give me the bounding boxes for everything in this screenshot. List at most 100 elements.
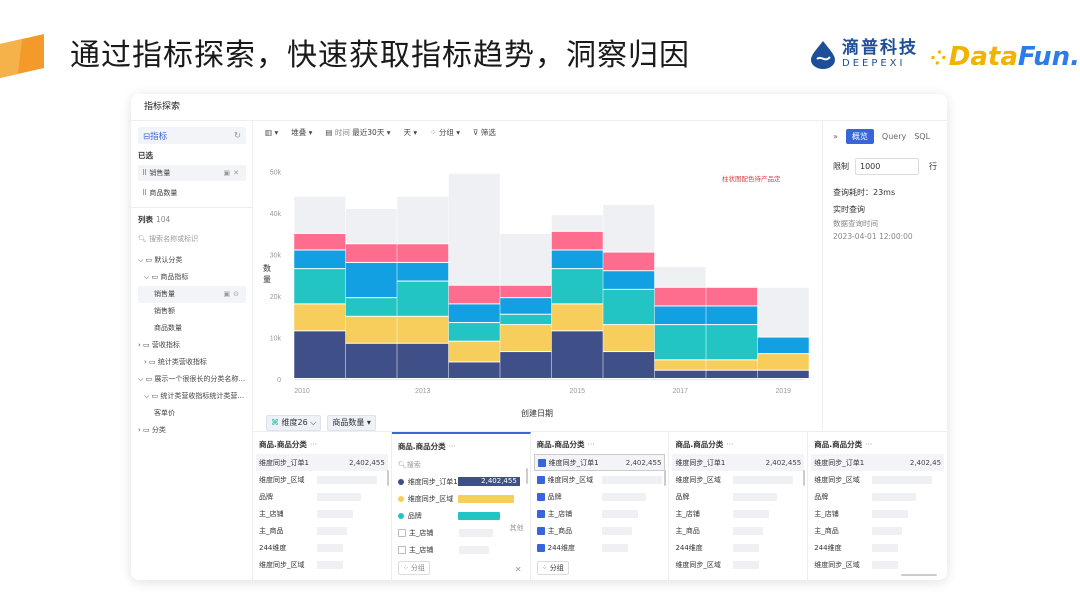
dimension-card[interactable]: 商品.商品分类 ··· 维度同步_订单1 2,402,455 维度同步_区域 品牌 … (669, 432, 809, 580)
scrollbar[interactable] (901, 574, 938, 576)
list-item[interactable]: 244维度 (814, 539, 941, 556)
bar-segment (294, 196, 346, 233)
scrollbar[interactable] (386, 470, 389, 486)
edit-icon[interactable]: ▣ (224, 169, 234, 177)
list-item[interactable]: 主_商品 (814, 522, 941, 539)
list-item[interactable]: 品牌 (536, 488, 663, 505)
checkbox[interactable] (536, 543, 545, 552)
metric-search-input[interactable]: 🔍︎ 搜索名称或标识 (138, 234, 246, 244)
collapse-icon[interactable]: » (833, 132, 838, 141)
tree-folder[interactable]: ⌵ ▭ 统计类营收指标统计类营... (138, 388, 246, 405)
checkbox[interactable] (536, 492, 545, 501)
list-item[interactable]: 244维度 (536, 539, 663, 556)
list-item[interactable]: 主_商品 (259, 522, 385, 539)
bar-segment (294, 304, 346, 331)
tree-folder[interactable]: ⌵ ▭ 展示一个很很长的分类名称... (138, 371, 246, 388)
list-item[interactable]: 维度同步_区域 (259, 556, 385, 573)
group-icon: ⁘ (402, 564, 409, 572)
selected-metric-item[interactable]: ⠿ 商品数量 (138, 185, 246, 201)
scrollbar[interactable] (803, 470, 806, 486)
tree-item[interactable]: 销售量 ▣⊙ (138, 286, 246, 303)
check-circle-icon[interactable]: ⊙ (233, 290, 242, 298)
group-button[interactable]: ⁘ 分组 (536, 561, 569, 575)
list-item[interactable]: 主_店铺 (675, 505, 801, 522)
list-item[interactable]: 维度同步_区域 (675, 471, 801, 488)
list-item[interactable]: 244维度 (259, 539, 385, 556)
close-icon[interactable]: ✕ (515, 565, 522, 574)
card-search-input[interactable]: 🔍︎ 搜索 (398, 456, 524, 473)
list-item[interactable]: 维度同步_区域 (536, 471, 663, 488)
granularity-select[interactable]: 天 ▾ (403, 127, 417, 138)
list-item[interactable]: 主_店铺 (397, 541, 524, 558)
list-item[interactable]: 维度同步_订单1 2,402,455 (533, 454, 666, 471)
more-icon[interactable]: ··· (587, 440, 594, 449)
dimension-card[interactable]: 商品.商品分类 ··· 维度同步_订单1 2,402,455 维度同步_区域 品牌 … (531, 432, 670, 580)
dimension-tag[interactable]: ⌘ 维度26 ⌵ (266, 415, 322, 431)
tab-overview[interactable]: 概览 (845, 129, 874, 144)
list-item[interactable]: 主_店铺 (397, 524, 524, 541)
selected-metric-item[interactable]: ⠿ 销售量 ▣✕ (138, 165, 246, 181)
tree-folder[interactable]: › ▭ 分类 (138, 422, 246, 439)
checkbox[interactable] (397, 545, 406, 554)
checkbox[interactable] (397, 528, 406, 537)
list-item[interactable]: 244维度 (675, 539, 801, 556)
dimension-cards: 商品.商品分类 ··· 维度同步_订单1 2,402,455 维度同步_区域 品牌 … (253, 431, 947, 580)
bar-segment (654, 370, 706, 378)
list-item[interactable]: 维度同步_订单1 2,402,45 (811, 454, 945, 471)
dimension-card[interactable]: 商品.商品分类 ··· 维度同步_订单1 2,402,455 维度同步_区域 品牌 … (253, 432, 392, 580)
list-item[interactable]: 品牌 (675, 488, 801, 505)
more-icon[interactable]: ··· (310, 440, 317, 449)
list-item[interactable]: 主_店铺 (259, 505, 385, 522)
list-item[interactable]: 维度同步_区域 (675, 556, 801, 573)
group-button[interactable]: ⁘ 分组 (397, 561, 430, 575)
dimension-card[interactable]: 商品.商品分类 ··· 维度同步_订单1 2,402,45 维度同步_区域 品牌 主… (808, 432, 947, 580)
more-icon[interactable]: ··· (449, 442, 456, 451)
list-item[interactable]: 品牌 (814, 488, 941, 505)
time-select[interactable]: ▤ 时间 最近30天 ▾ (325, 127, 390, 138)
list-item[interactable]: 维度同步_订单1 2,402,455 (256, 454, 388, 471)
scrollbar[interactable] (525, 468, 528, 484)
list-item[interactable]: 主_店铺 (814, 505, 941, 522)
list-item[interactable]: 主_店铺 (536, 505, 663, 522)
list-item[interactable]: 品牌 (259, 488, 385, 505)
list-item[interactable]: 维度同步_订单1 2,402,455 (672, 454, 805, 471)
checkbox[interactable] (536, 509, 545, 518)
bar-segment (757, 287, 809, 337)
limit-input[interactable]: 1000 (855, 158, 919, 175)
list-item[interactable]: 维度同步_订单1 2,402,455 (397, 473, 524, 490)
tree-folder[interactable]: › ▭ 营收指标 (138, 337, 246, 354)
list-item[interactable]: 维度同步_区域 (814, 556, 941, 573)
dimension-card[interactable]: 商品.商品分类 ··· 🔍︎ 搜索 维度同步_订单1 2,402,455 维度同步_… (391, 432, 531, 580)
list-item[interactable]: 主_商品 (536, 522, 663, 539)
scrollbar[interactable] (664, 470, 667, 486)
sidebar-tab-metric[interactable]: ⊟指标 ↻ (138, 127, 246, 144)
group-button[interactable]: ⁘ 分组 ▾ (430, 127, 460, 138)
list-item[interactable]: 维度同步_区域 (814, 471, 941, 488)
checkbox[interactable] (536, 475, 545, 484)
list-item[interactable]: 品牌 (397, 507, 524, 524)
list-item[interactable]: 主_商品 (675, 522, 801, 539)
tree-folder[interactable]: › ▭ 统计类营收指标 (138, 354, 246, 371)
filter-button[interactable]: ⊽ 筛选 (473, 127, 496, 138)
refresh-icon[interactable]: ↻ (234, 131, 241, 141)
tree-item[interactable]: 商品数量 (138, 320, 246, 337)
more-icon[interactable]: ··· (865, 440, 872, 449)
bar-segment (448, 362, 500, 378)
tab-query[interactable]: Query (882, 132, 906, 141)
close-icon[interactable]: ✕ (233, 169, 242, 177)
chart-type-icon[interactable]: ▥ ▾ (265, 128, 278, 137)
edit-icon[interactable]: ▣ (224, 290, 234, 298)
folder-icon: ▭ (145, 256, 153, 264)
more-icon[interactable]: ··· (726, 440, 733, 449)
checkbox[interactable] (536, 526, 545, 535)
checkbox[interactable] (537, 458, 546, 467)
tree-item[interactable]: 客单价 (138, 405, 246, 422)
tree-item[interactable]: 销售额 (138, 303, 246, 320)
chart-mode-select[interactable]: 堆叠 ▾ (291, 127, 312, 138)
metric-select[interactable]: 商品数量 ▾ (327, 415, 376, 431)
tree-folder[interactable]: ⌵ ▭ 默认分类 (138, 252, 246, 269)
tree-folder[interactable]: ⌵ ▭ 商品指标 (138, 269, 246, 286)
list-item[interactable]: 维度同步_区域 (259, 471, 385, 488)
list-item[interactable]: 维度同步_区域 (397, 490, 524, 507)
tab-sql[interactable]: SQL (914, 132, 930, 141)
